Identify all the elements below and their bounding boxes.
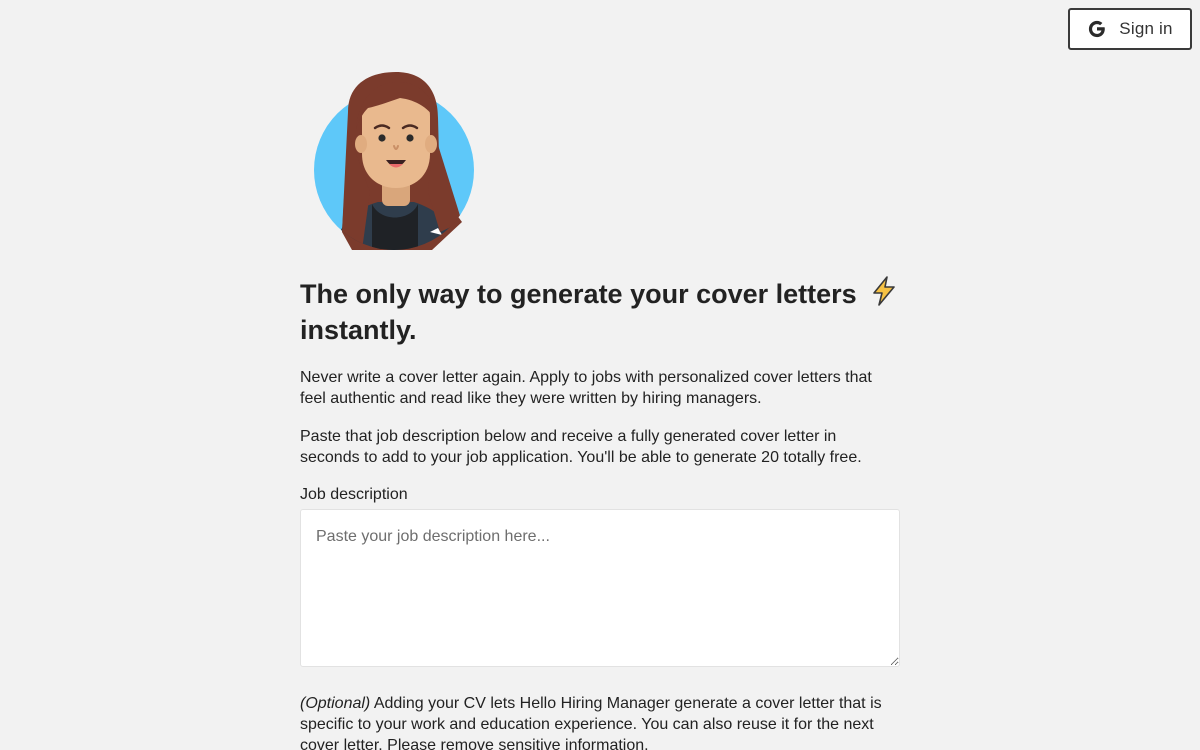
intro-paragraph-1: Never write a cover letter again. Apply … [300, 369, 872, 407]
intro-paragraph-2: Paste that job description below and rec… [300, 428, 862, 466]
optional-label: (Optional) [300, 695, 371, 712]
woman-avatar-illustration [312, 72, 478, 252]
headline-text: The only way to generate your cover lett… [300, 279, 857, 309]
page: Sign in The only way to generate your co… [0, 0, 1200, 750]
job-description-label: Job description [300, 486, 408, 503]
cv-optional-paragraph: (Optional) Adding your CV lets Hello Hir… [300, 693, 900, 750]
lightning-bolt-icon [873, 276, 896, 306]
job-description-input[interactable] [300, 509, 900, 667]
sign-in-label: Sign in [1119, 19, 1173, 38]
headline-text-line2: instantly. [300, 315, 417, 345]
google-sign-in-button[interactable]: Sign in [1068, 8, 1192, 50]
google-g-icon [1089, 20, 1106, 38]
cv-description-text: Adding your CV lets Hello Hiring Manager… [300, 695, 882, 750]
page-headline: The only way to generate your cover lett… [300, 275, 920, 348]
